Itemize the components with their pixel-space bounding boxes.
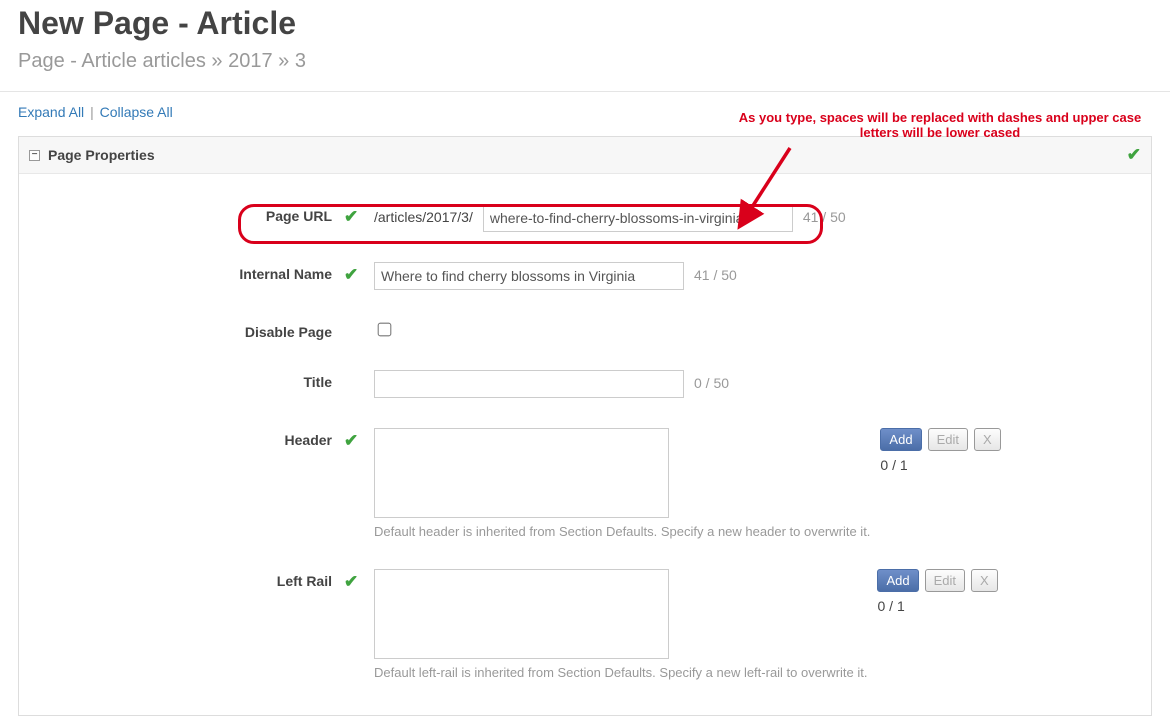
page-url-input[interactable] xyxy=(483,204,793,232)
left-rail-count: 0 / 1 xyxy=(877,598,904,614)
row-disable-page: Disable Page xyxy=(44,320,1126,340)
page-url-prefix: /articles/2017/3/ xyxy=(374,204,473,225)
header-helper-text: Default header is inherited from Section… xyxy=(374,524,870,539)
left-rail-remove-button[interactable]: X xyxy=(971,569,998,592)
panel-title: Page Properties xyxy=(48,147,155,163)
expand-collapse-toolbar: Expand All | Collapse All xyxy=(0,92,1170,136)
expand-all-link[interactable]: Expand All xyxy=(18,104,84,120)
left-rail-edit-button[interactable]: Edit xyxy=(925,569,965,592)
label-internal-name: Internal Name xyxy=(44,262,344,282)
header-remove-button[interactable]: X xyxy=(974,428,1001,451)
row-left-rail: Left Rail ✔ Default left-rail is inherit… xyxy=(44,569,1126,680)
internal-name-input[interactable] xyxy=(374,262,684,290)
page-properties-panel: − Page Properties ✔ Page URL ✔ /articles… xyxy=(18,136,1152,716)
title-input[interactable] xyxy=(374,370,684,398)
panel-body: Page URL ✔ /articles/2017/3/ 41 / 50 Int… xyxy=(19,174,1151,715)
left-rail-add-button[interactable]: Add xyxy=(877,569,918,592)
collapse-all-link[interactable]: Collapse All xyxy=(100,104,173,120)
page-title: New Page - Article xyxy=(18,5,1152,42)
row-header: Header ✔ Default header is inherited fro… xyxy=(44,428,1126,539)
disable-page-checkbox[interactable] xyxy=(378,323,392,337)
left-rail-helper-text: Default left-rail is inherited from Sect… xyxy=(374,665,867,680)
row-internal-name: Internal Name ✔ 41 / 50 xyxy=(44,262,1126,290)
row-page-url: Page URL ✔ /articles/2017/3/ 41 / 50 xyxy=(44,204,1126,232)
left-rail-selection-box[interactable] xyxy=(374,569,669,659)
check-icon: ✔ xyxy=(344,431,358,450)
label-left-rail: Left Rail xyxy=(44,569,344,589)
label-page-url: Page URL xyxy=(44,204,344,224)
check-icon: ✔ xyxy=(344,265,358,284)
header-selection-box[interactable] xyxy=(374,428,669,518)
page-url-counter: 41 / 50 xyxy=(803,204,846,225)
header-add-button[interactable]: Add xyxy=(880,428,921,451)
label-header: Header xyxy=(44,428,344,448)
check-icon: ✔ xyxy=(344,207,358,226)
header-count: 0 / 1 xyxy=(880,457,907,473)
row-title: Title 0 / 50 xyxy=(44,370,1126,398)
label-title: Title xyxy=(44,370,344,390)
header-edit-button[interactable]: Edit xyxy=(928,428,968,451)
internal-name-counter: 41 / 50 xyxy=(694,262,737,283)
breadcrumb: Page - Article articles » 2017 » 3 xyxy=(18,50,1152,73)
panel-valid-check-icon: ✔ xyxy=(1127,145,1141,165)
collapse-toggle-icon[interactable]: − xyxy=(29,150,40,161)
page-header: New Page - Article Page - Article articl… xyxy=(0,0,1170,92)
toolbar-separator: | xyxy=(90,104,94,120)
check-icon: ✔ xyxy=(344,572,358,591)
panel-header[interactable]: − Page Properties ✔ xyxy=(19,137,1151,174)
title-counter: 0 / 50 xyxy=(694,370,729,391)
label-disable-page: Disable Page xyxy=(44,320,344,340)
